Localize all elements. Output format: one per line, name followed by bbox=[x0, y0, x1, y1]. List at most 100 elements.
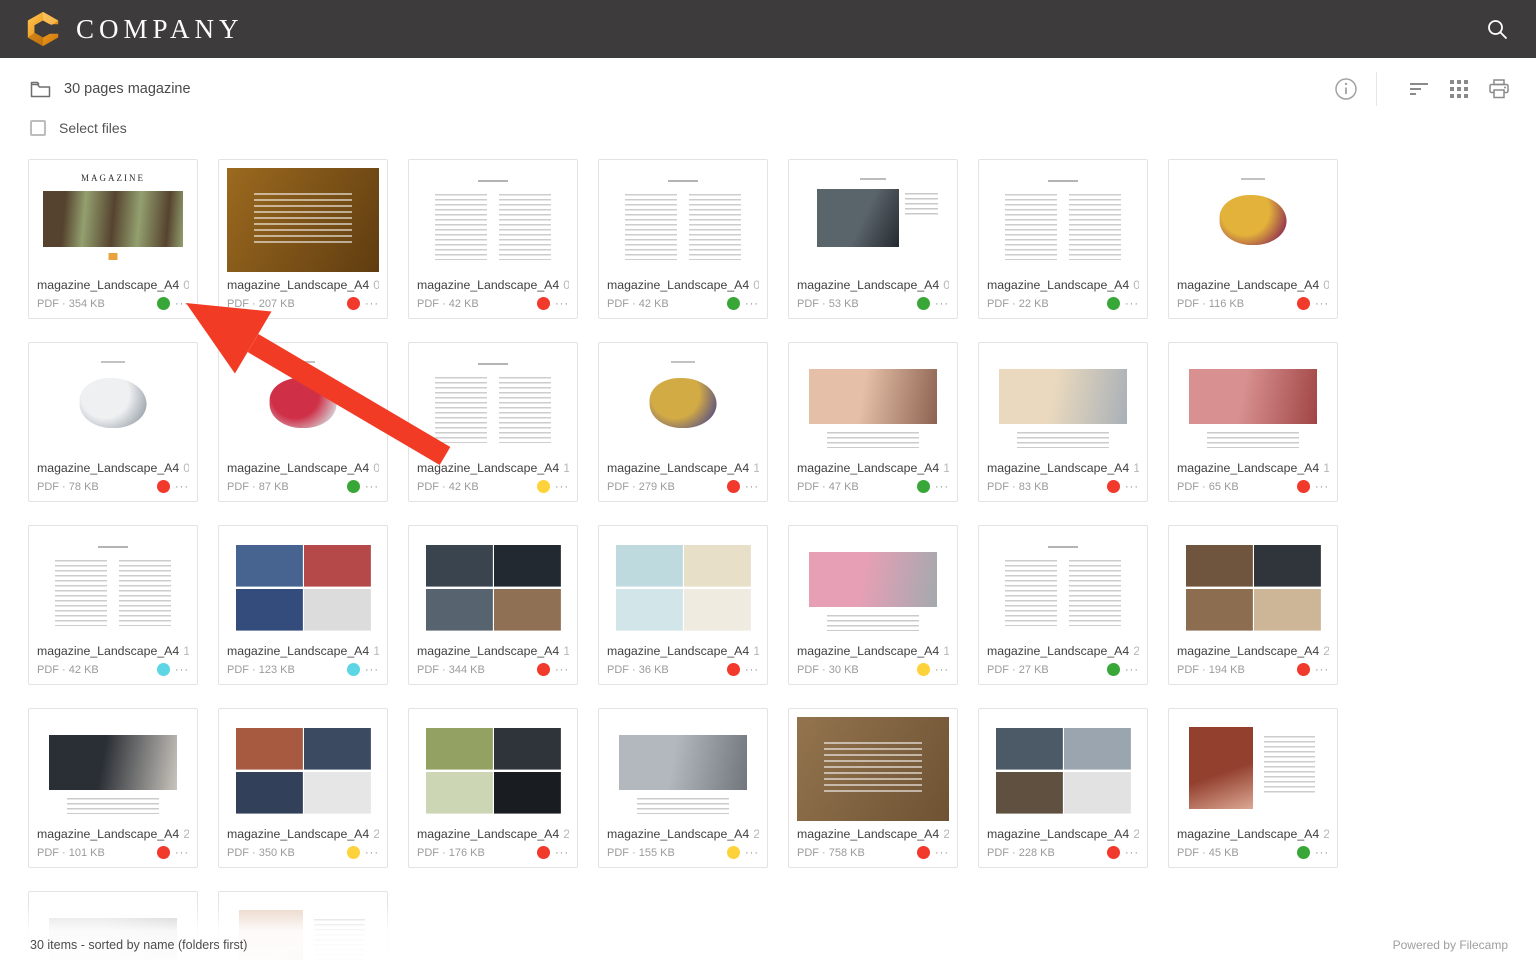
file-card[interactable]: magazine_Landscape_A405… PDF · 53 KB ··· bbox=[788, 159, 958, 319]
more-options-icon[interactable]: ··· bbox=[365, 482, 379, 492]
more-options-icon[interactable]: ··· bbox=[935, 848, 949, 858]
file-card[interactable]: magazine_Landscape_A428… PDF · 45 KB ··· bbox=[1168, 708, 1338, 868]
more-options-icon[interactable]: ··· bbox=[1315, 848, 1329, 858]
file-card[interactable]: magazine_Landscape_A414… PDF · 65 KB ··· bbox=[1168, 342, 1338, 502]
more-options-icon[interactable]: ··· bbox=[935, 299, 949, 309]
more-options-icon[interactable]: ··· bbox=[365, 848, 379, 858]
label-dot bbox=[917, 297, 930, 310]
more-options-icon[interactable]: ··· bbox=[175, 848, 189, 858]
file-meta: PDF · 42 KB bbox=[417, 298, 479, 310]
file-name-number: 10 bbox=[563, 461, 569, 475]
more-options-icon[interactable]: ··· bbox=[1315, 482, 1329, 492]
file-card[interactable]: magazine_Landscape_A415… PDF · 42 KB ··· bbox=[28, 525, 198, 685]
file-card[interactable]: magazine_Landscape_A423… PDF · 350 KB ··… bbox=[218, 708, 388, 868]
more-options-icon[interactable]: ··· bbox=[175, 482, 189, 492]
file-name-number: 15 bbox=[183, 644, 189, 658]
file-meta-row: PDF · 27 KB ··· bbox=[987, 663, 1139, 676]
file-name-base: magazine_Landscape_A4 bbox=[607, 644, 749, 658]
sort-button[interactable] bbox=[1406, 76, 1432, 102]
more-options-icon[interactable]: ··· bbox=[555, 482, 569, 492]
more-options-icon[interactable]: ··· bbox=[935, 665, 949, 675]
label-dot bbox=[347, 663, 360, 676]
file-card[interactable]: magazine_Landscape_A418… PDF · 36 KB ··· bbox=[598, 525, 768, 685]
more-options-icon[interactable]: ··· bbox=[555, 299, 569, 309]
file-name: magazine_Landscape_A422… bbox=[37, 826, 189, 843]
select-files-label: Select files bbox=[59, 120, 127, 136]
file-card[interactable]: magazine_Landscape_A406… PDF · 22 KB ··· bbox=[978, 159, 1148, 319]
file-card[interactable]: magazine_Landscape_A417… PDF · 344 KB ··… bbox=[408, 525, 578, 685]
file-card[interactable]: magazine_Landscape_A420… PDF · 27 KB ··· bbox=[978, 525, 1148, 685]
file-card[interactable]: magazine_Landscape_A422… PDF · 101 KB ··… bbox=[28, 708, 198, 868]
file-name-base: magazine_Landscape_A4 bbox=[1177, 278, 1319, 292]
powered-by[interactable]: Powered by Filecamp bbox=[1393, 938, 1508, 952]
file-card[interactable]: magazine_Landscape_A412… PDF · 47 KB ··· bbox=[788, 342, 958, 502]
file-name-base: magazine_Landscape_A4 bbox=[227, 827, 369, 841]
file-card[interactable]: magazine_Landscape_A419… PDF · 30 KB ··· bbox=[788, 525, 958, 685]
file-card[interactable]: magazine_Landscape_A404… PDF · 42 KB ··· bbox=[598, 159, 768, 319]
file-meta-row: PDF · 344 KB ··· bbox=[417, 663, 569, 676]
brand[interactable]: COMPANY bbox=[24, 10, 244, 48]
file-thumbnail bbox=[987, 168, 1139, 272]
file-meta: PDF · 42 KB bbox=[417, 481, 479, 493]
file-card[interactable]: MAGAZINE magazine_Landscape_A401… PDF · … bbox=[28, 159, 198, 319]
more-options-icon[interactable]: ··· bbox=[745, 482, 759, 492]
file-card[interactable]: magazine_Landscape_A421… PDF · 194 KB ··… bbox=[1168, 525, 1338, 685]
file-card[interactable]: magazine_Landscape_A408… PDF · 78 KB ··· bbox=[28, 342, 198, 502]
more-options-icon[interactable]: ··· bbox=[935, 482, 949, 492]
label-dot bbox=[1297, 663, 1310, 676]
file-thumbnail bbox=[797, 168, 949, 272]
more-options-icon[interactable]: ··· bbox=[745, 299, 759, 309]
file-name-number: 19 bbox=[943, 644, 949, 658]
grid-view-button[interactable] bbox=[1446, 76, 1472, 102]
file-card[interactable]: magazine_Landscape_A403… PDF · 42 KB ··· bbox=[408, 159, 578, 319]
select-files-row: Select files bbox=[30, 120, 1536, 136]
file-name-number: 16 bbox=[373, 644, 379, 658]
file-card[interactable]: magazine_Landscape_A409… PDF · 87 KB ··· bbox=[218, 342, 388, 502]
more-options-icon[interactable]: ··· bbox=[175, 299, 189, 309]
file-meta: PDF · 344 KB bbox=[417, 664, 485, 676]
file-card[interactable]: magazine_Landscape_A425… PDF · 155 KB ··… bbox=[598, 708, 768, 868]
more-options-icon[interactable]: ··· bbox=[555, 848, 569, 858]
file-meta: PDF · 116 KB bbox=[1177, 298, 1244, 310]
file-card[interactable]: magazine_Landscape_A413… PDF · 83 KB ··· bbox=[978, 342, 1148, 502]
file-card[interactable]: magazine_Landscape_A427… PDF · 228 KB ··… bbox=[978, 708, 1148, 868]
breadcrumb[interactable]: 30 pages magazine bbox=[64, 81, 191, 97]
file-card[interactable]: magazine_Landscape_A410… PDF · 42 KB ··· bbox=[408, 342, 578, 502]
file-card[interactable]: magazine_Landscape_A416… PDF · 123 KB ··… bbox=[218, 525, 388, 685]
more-options-icon[interactable]: ··· bbox=[745, 848, 759, 858]
file-meta: PDF · 65 KB bbox=[1177, 481, 1239, 493]
more-options-icon[interactable]: ··· bbox=[365, 665, 379, 675]
more-options-icon[interactable]: ··· bbox=[1125, 482, 1139, 492]
more-options-icon[interactable]: ··· bbox=[1125, 299, 1139, 309]
file-card[interactable]: magazine_Landscape_A407… PDF · 116 KB ··… bbox=[1168, 159, 1338, 319]
file-name-base: magazine_Landscape_A4 bbox=[987, 278, 1129, 292]
file-card[interactable]: magazine_Landscape_A402… PDF · 207 KB ··… bbox=[218, 159, 388, 319]
more-options-icon[interactable]: ··· bbox=[175, 665, 189, 675]
search-button[interactable] bbox=[1482, 14, 1512, 44]
more-options-icon[interactable]: ··· bbox=[555, 665, 569, 675]
file-card[interactable]: magazine_Landscape_A424… PDF · 176 KB ··… bbox=[408, 708, 578, 868]
file-name: magazine_Landscape_A407… bbox=[1177, 277, 1329, 294]
more-options-icon[interactable]: ··· bbox=[1315, 299, 1329, 309]
select-files-checkbox[interactable] bbox=[30, 120, 46, 136]
file-card[interactable]: magazine_Landscape_A426… PDF · 758 KB ··… bbox=[788, 708, 958, 868]
info-button[interactable] bbox=[1333, 76, 1359, 102]
print-button[interactable] bbox=[1486, 76, 1512, 102]
more-options-icon[interactable]: ··· bbox=[745, 665, 759, 675]
more-options-icon[interactable]: ··· bbox=[1315, 665, 1329, 675]
more-options-icon[interactable]: ··· bbox=[1125, 665, 1139, 675]
label-dot bbox=[537, 480, 550, 493]
file-name: magazine_Landscape_A415… bbox=[37, 643, 189, 660]
file-thumbnail: MAGAZINE bbox=[37, 168, 189, 272]
file-name: magazine_Landscape_A413… bbox=[987, 460, 1139, 477]
file-meta-row: PDF · 350 KB ··· bbox=[227, 846, 379, 859]
file-thumbnail bbox=[1177, 717, 1329, 821]
file-thumbnail bbox=[37, 534, 189, 638]
label-dot bbox=[1107, 297, 1120, 310]
label-dot bbox=[157, 480, 170, 493]
file-card[interactable]: magazine_Landscape_A411… PDF · 279 KB ··… bbox=[598, 342, 768, 502]
file-name-base: magazine_Landscape_A4 bbox=[1177, 644, 1319, 658]
company-logo-icon bbox=[24, 10, 62, 48]
more-options-icon[interactable]: ··· bbox=[1125, 848, 1139, 858]
more-options-icon[interactable]: ··· bbox=[365, 299, 379, 309]
